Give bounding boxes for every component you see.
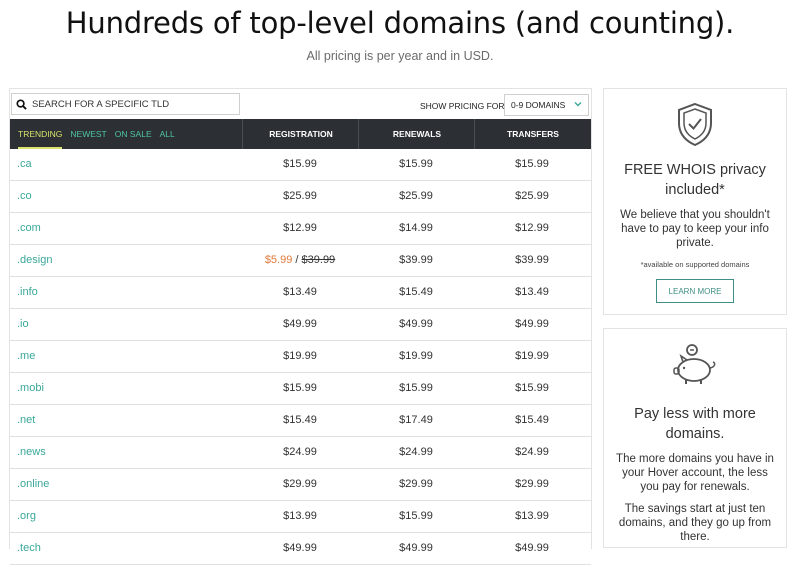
savings-card-text-2: The savings start at just ten domains, a… [618, 503, 772, 543]
pricing-table-panel: SEARCH FOR A SPECIFIC TLD SHOW PRICING F… [9, 88, 592, 565]
whois-privacy-card: FREE WHOIS privacy included* We believe … [603, 88, 787, 315]
page-subtitle: All pricing is per year and in USD. [306, 49, 494, 63]
table-row: .io $49.99 $49.99 $49.99 [10, 309, 591, 341]
renewal-price: $14.99 [399, 222, 433, 234]
whois-card-title: FREE WHOIS privacy included* [624, 162, 766, 198]
page-title: Hundreds of top-level domains (and count… [65, 6, 735, 40]
registration-price: $25.99 [283, 190, 317, 202]
savings-card: Pay less with more domains. The more dom… [603, 328, 787, 548]
tab-on-sale[interactable]: ON SALE [115, 119, 152, 149]
chevron-down-icon [574, 102, 582, 107]
whois-card-note: *available on supported domains [640, 260, 750, 269]
registration-price: $15.99 [283, 382, 317, 394]
renewal-price: $24.99 [399, 446, 433, 458]
registration-price: $49.99 [283, 542, 317, 554]
transfer-price: $13.99 [515, 510, 549, 522]
renewal-price: $15.99 [399, 382, 433, 394]
search-icon [16, 98, 27, 110]
tld-link[interactable]: .io [17, 318, 29, 330]
table-row: .com $12.99 $14.99 $12.99 [10, 213, 591, 245]
transfer-price: $15.99 [515, 158, 549, 170]
tld-price-list: .ca $15.99 $15.99 $15.99 .co $25.99 $25.… [10, 149, 591, 565]
renewal-price: $25.99 [399, 190, 433, 202]
registration-price: $19.99 [283, 350, 317, 362]
savings-card-text-1: The more domains you have in your Hover … [616, 453, 774, 493]
column-transfers: TRANSFERS [474, 119, 591, 149]
transfer-price: $49.99 [515, 542, 549, 554]
search-placeholder: SEARCH FOR A SPECIFIC TLD [32, 98, 170, 110]
renewal-price: $39.99 [399, 254, 433, 266]
tld-link[interactable]: .design [17, 254, 52, 266]
transfer-price: $29.99 [515, 478, 549, 490]
tld-link[interactable]: .co [17, 190, 32, 202]
renewal-price: $19.99 [399, 350, 433, 362]
sale-price: $5.99 [264, 254, 293, 266]
transfer-price: $15.49 [515, 414, 549, 426]
tab-trending[interactable]: TRENDING [18, 119, 63, 149]
tab-newest[interactable]: NEWEST [70, 119, 106, 149]
savings-card-title: Pay less with more domains. [634, 406, 756, 442]
tld-link[interactable]: .net [17, 414, 35, 426]
renewal-price: $15.99 [399, 158, 433, 170]
piggy-bank-icon [604, 343, 786, 392]
renewal-price: $29.99 [399, 478, 433, 490]
tld-link[interactable]: .online [17, 478, 49, 490]
renewal-price: $15.99 [399, 510, 433, 522]
tld-link[interactable]: .com [17, 222, 41, 234]
table-row: .online $29.99 $29.99 $29.99 [10, 469, 591, 501]
pricing-tier-value: 0-9 DOMAINS [511, 100, 566, 110]
table-row: .org $13.99 $15.99 $13.99 [10, 501, 591, 533]
table-row: .me $19.99 $19.99 $19.99 [10, 341, 591, 373]
transfer-price: $13.49 [515, 286, 549, 298]
registration-price: $13.49 [283, 286, 317, 298]
original-price: $39.99 [301, 254, 336, 266]
column-registration: REGISTRATION [242, 119, 359, 149]
table-row: .co $25.99 $25.99 $25.99 [10, 181, 591, 213]
renewal-price: $49.99 [399, 542, 433, 554]
table-row: .net $15.49 $17.49 $15.49 [10, 405, 591, 437]
tab-all[interactable]: ALL [160, 119, 175, 149]
learn-more-button[interactable]: LEARN MORE [656, 279, 734, 303]
table-row: .design $5.99 / $39.99 $39.99 $39.99 [10, 245, 591, 277]
transfer-price: $15.99 [515, 382, 549, 394]
column-renewals: RENEWALS [358, 119, 475, 149]
registration-price: $12.99 [283, 222, 317, 234]
registration-price: $15.49 [283, 414, 317, 426]
table-row: .tech $49.99 $49.99 $49.99 [10, 533, 591, 565]
transfer-price: $19.99 [515, 350, 549, 362]
table-row: .news $24.99 $24.99 $24.99 [10, 437, 591, 469]
registration-price: $29.99 [283, 478, 317, 490]
transfer-price: $25.99 [515, 190, 549, 202]
tld-link[interactable]: .info [17, 286, 38, 298]
tld-link[interactable]: .ca [17, 158, 32, 170]
table-row: .info $13.49 $15.49 $13.49 [10, 277, 591, 309]
tld-filter-tabs: TRENDING NEWEST ON SALE ALL [18, 119, 183, 149]
tld-link[interactable]: .news [17, 446, 46, 458]
tld-link[interactable]: .me [17, 350, 35, 362]
table-header: TRENDING NEWEST ON SALE ALL REGISTRATION… [10, 119, 591, 149]
table-row: .mobi $15.99 $15.99 $15.99 [10, 373, 591, 405]
transfer-price: $39.99 [515, 254, 549, 266]
renewal-price: $15.49 [399, 286, 433, 298]
tld-link[interactable]: .mobi [17, 382, 44, 394]
transfer-price: $12.99 [515, 222, 549, 234]
registration-price: $15.99 [283, 158, 317, 170]
registration-price: $49.99 [283, 318, 317, 330]
registration-price: $5.99 / $39.99 [242, 254, 358, 266]
registration-price: $13.99 [283, 510, 317, 522]
whois-card-text: We believe that you shouldn't have to pa… [620, 209, 770, 249]
registration-price: $24.99 [283, 446, 317, 458]
pricing-tier-select[interactable]: 0-9 DOMAINS [504, 94, 589, 116]
renewal-price: $17.49 [399, 414, 433, 426]
show-pricing-label: SHOW PRICING FOR [420, 101, 505, 111]
transfer-price: $49.99 [515, 318, 549, 330]
table-row: .ca $15.99 $15.99 $15.99 [10, 149, 591, 181]
price-separator: / [295, 254, 299, 266]
transfer-price: $24.99 [515, 446, 549, 458]
tld-link[interactable]: .tech [17, 542, 41, 554]
tld-search-input[interactable]: SEARCH FOR A SPECIFIC TLD [11, 93, 240, 115]
renewal-price: $49.99 [399, 318, 433, 330]
tld-link[interactable]: .org [17, 510, 36, 522]
shield-check-icon [604, 101, 786, 152]
